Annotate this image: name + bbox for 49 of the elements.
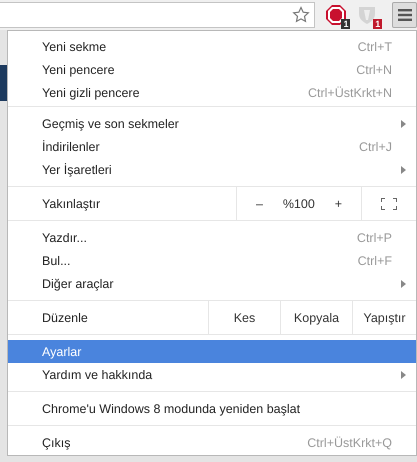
menu-item-label: Yer İşaretleri — [42, 162, 113, 176]
zoom-level: %100 — [282, 196, 315, 210]
shortcut-label: Ctrl+T — [358, 40, 392, 54]
menu-item[interactable]: Yeni sekme Ctrl+T — [8, 35, 416, 58]
menu-item-label: Bul... — [42, 254, 72, 268]
shortcut-label: Ctrl+ÜstKrkt+N — [308, 86, 392, 100]
shortcut-label: Ctrl+ÜstKrkt+Q — [307, 436, 392, 450]
menu-item-label: Geçmiş ve son sekmeler — [42, 116, 180, 130]
shortcut-label: Ctrl+P — [356, 230, 392, 244]
badge-count: 1 — [341, 19, 350, 29]
zoom-out-button[interactable]: – — [250, 196, 269, 210]
menu-item-label: Çıkış — [42, 436, 72, 450]
edit-button[interactable]: Kes — [208, 301, 280, 334]
menu-icon — [398, 9, 412, 21]
address-field[interactable] — [0, 2, 315, 28]
star-icon[interactable] — [292, 6, 310, 24]
fullscreen-icon — [381, 198, 397, 210]
menu-item[interactable]: Bul... Ctrl+F — [8, 249, 416, 272]
menu-item-label: Yeni gizli pencere — [42, 86, 141, 100]
menu-item[interactable]: Diğer araçlar — [8, 272, 416, 295]
shortcut-label: Ctrl+J — [359, 140, 392, 154]
menu-item-label: Yazdır... — [42, 230, 88, 244]
menu-item[interactable]: Yazdır... Ctrl+P — [8, 226, 416, 249]
menu-item-label: Yeni sekme — [42, 40, 108, 54]
menu-item[interactable]: İndirilenler Ctrl+J — [8, 135, 416, 158]
zoom-in-button[interactable]: + — [328, 196, 348, 210]
menu-item[interactable]: Çıkış Ctrl+ÜstKrkt+Q — [8, 431, 416, 454]
menu-item[interactable]: Chrome'u Windows 8 modunda yeniden başlat — [8, 397, 416, 420]
menu-item-label: İndirilenler — [42, 140, 101, 154]
menu-item[interactable]: Yeni pencere Ctrl+N — [8, 58, 416, 81]
menu-item[interactable]: Geçmiş ve son sekmeler — [8, 112, 416, 135]
menu-item-label: Düzenle — [41, 310, 89, 326]
edit-button[interactable]: Yapıştır — [352, 301, 416, 334]
menu-item-label: Yardım ve hakkında — [42, 368, 154, 382]
menu-item-label: Chrome'u Windows 8 modunda yeniden başlat — [42, 402, 302, 416]
shortcut-label: Ctrl+F — [358, 254, 392, 268]
menu-item-label: Ayarlar — [42, 344, 82, 358]
menu-item-label: Yeni pencere — [42, 62, 116, 76]
shortcut-label: Ctrl+N — [356, 62, 392, 76]
menu-item[interactable]: Ayarlar — [8, 340, 416, 363]
menu-button[interactable] — [392, 2, 417, 28]
menu-item-label: Diğer araçlar — [42, 276, 115, 290]
menu-item-label: Yakınlaştır — [41, 196, 102, 213]
page-content — [0, 65, 7, 101]
edit-button[interactable]: Kopyala — [280, 301, 352, 334]
badge-count: 1 — [373, 19, 382, 29]
menu-item[interactable]: Yardım ve hakkında — [8, 363, 416, 386]
menu-item[interactable]: Yer İşaretleri — [8, 158, 416, 181]
menu-item[interactable]: Yeni gizli pencere Ctrl+ÜstKrkt+N — [8, 81, 416, 104]
